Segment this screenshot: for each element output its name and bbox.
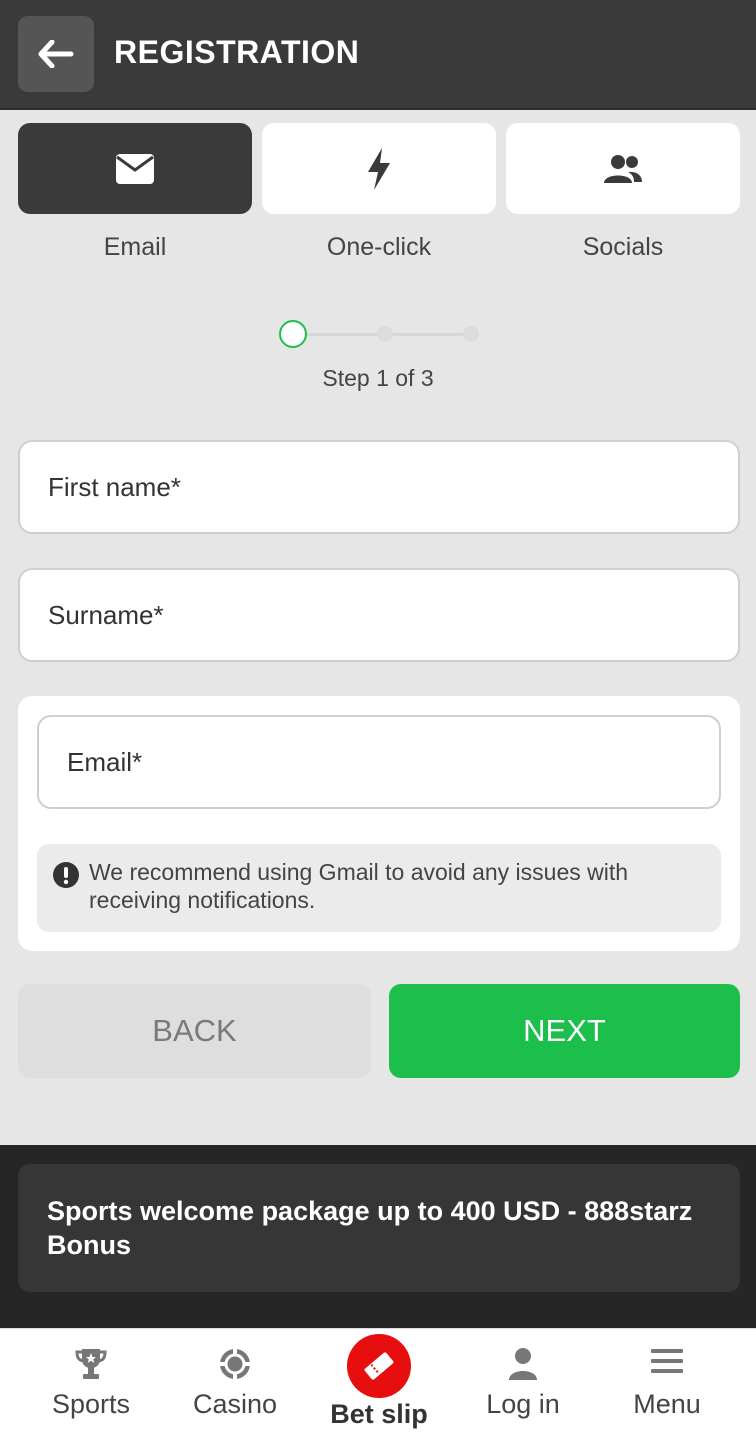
tabbar-label: Bet slip bbox=[330, 1399, 428, 1429]
ticket-icon bbox=[364, 1352, 394, 1380]
lightning-icon bbox=[368, 147, 390, 190]
next-step-button[interactable]: NEXT bbox=[389, 984, 740, 1078]
user-icon bbox=[509, 1348, 537, 1380]
page-title: REGISTRATION bbox=[114, 34, 360, 70]
tabbar-item-menu[interactable]: Menu bbox=[595, 1329, 739, 1438]
tab-one-click-label: One-click bbox=[326, 233, 432, 261]
promo-banner[interactable]: Sports welcome package up to 400 USD - 8… bbox=[18, 1164, 740, 1292]
step-dot bbox=[377, 326, 393, 342]
arrow-left-icon bbox=[38, 40, 74, 68]
gmail-notice: We recommend using Gmail to avoid any is… bbox=[37, 844, 721, 932]
tab-email-label: Email bbox=[103, 233, 167, 261]
registration-method-tabs: Email One-click Socials bbox=[18, 123, 740, 273]
back-button[interactable] bbox=[18, 16, 94, 92]
surname-field[interactable]: Surname* bbox=[18, 568, 740, 662]
tabbar-label: Sports bbox=[51, 1389, 131, 1419]
hamburger-icon bbox=[651, 1349, 683, 1373]
trophy-icon bbox=[75, 1349, 107, 1379]
tabbar-label: Menu bbox=[633, 1389, 701, 1419]
tab-one-click[interactable] bbox=[262, 123, 496, 214]
tabbar-item-sports[interactable]: Sports bbox=[19, 1329, 163, 1438]
tabbar-item-log-in[interactable]: Log in bbox=[451, 1329, 595, 1438]
exclamation-icon bbox=[53, 862, 79, 888]
first-name-placeholder: First name* bbox=[48, 471, 181, 502]
back-step-button[interactable]: BACK bbox=[18, 984, 371, 1078]
step-indicator-text: Step 1 of 3 bbox=[322, 365, 434, 391]
tab-socials[interactable] bbox=[506, 123, 740, 214]
first-name-field[interactable]: First name* bbox=[18, 440, 740, 534]
step-dot-current bbox=[279, 320, 307, 348]
email-placeholder: Email* bbox=[67, 746, 143, 777]
users-icon bbox=[604, 154, 642, 183]
promo-text: Sports welcome package up to 400 USD - 8… bbox=[47, 1196, 693, 1260]
tabbar-label: Log in bbox=[486, 1389, 560, 1419]
step-dot bbox=[463, 326, 479, 342]
app-header: REGISTRATION bbox=[0, 0, 756, 110]
tabbar-label: Casino bbox=[192, 1389, 278, 1419]
casino-chip-icon bbox=[219, 1348, 251, 1380]
tab-socials-label: Socials bbox=[582, 233, 664, 261]
envelope-icon bbox=[116, 153, 154, 184]
notice-text: We recommend using Gmail to avoid any is… bbox=[89, 859, 629, 913]
tab-email[interactable] bbox=[18, 123, 252, 214]
surname-placeholder: Surname* bbox=[48, 599, 164, 630]
email-field[interactable]: Email* bbox=[37, 715, 721, 809]
email-card: Email* We recommend using Gmail to avoid… bbox=[18, 696, 740, 951]
tabbar-item-casino[interactable]: Casino bbox=[163, 1329, 307, 1438]
bet-slip-button[interactable] bbox=[347, 1334, 411, 1398]
